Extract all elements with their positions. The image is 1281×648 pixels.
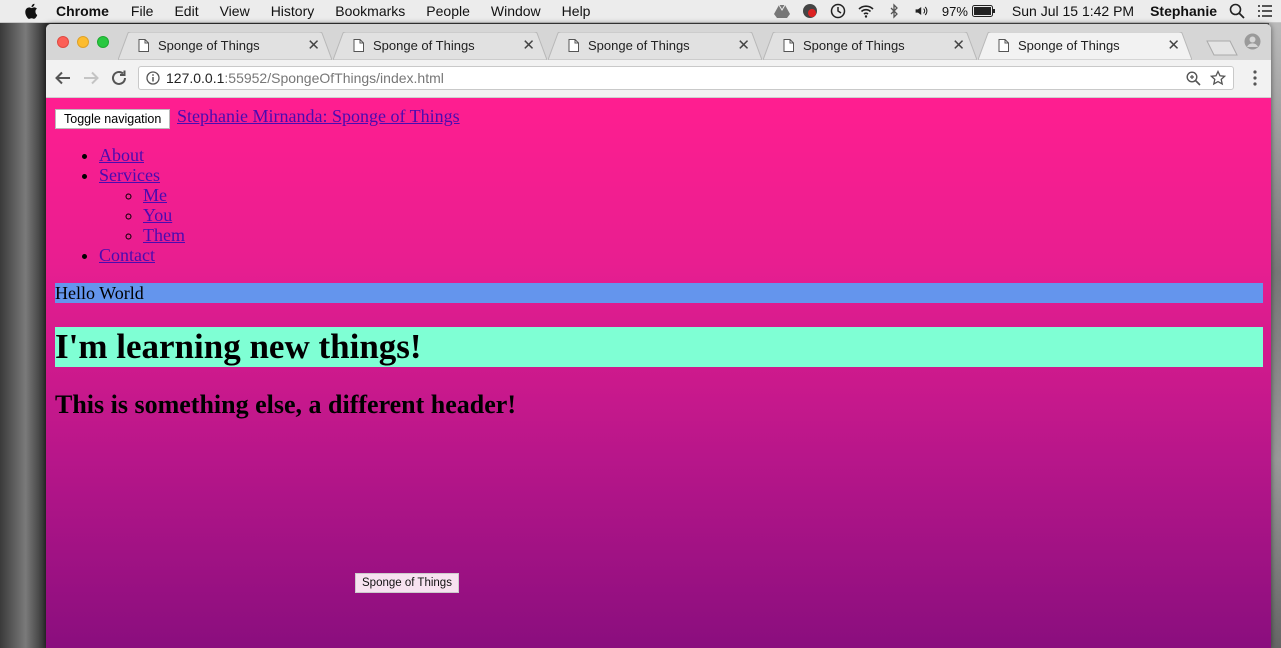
apple-icon[interactable] — [22, 3, 40, 19]
tab-close-icon[interactable]: ✕ — [952, 36, 965, 54]
clock[interactable]: Sun Jul 15 1:42 PM — [1012, 3, 1134, 19]
forward-arrow-icon[interactable] — [82, 69, 100, 87]
tab-close-icon[interactable]: ✕ — [522, 36, 535, 54]
menubar-status-area: 97% Sun Jul 15 1:42 PM Stephanie — [762, 0, 1273, 22]
window-close-button[interactable] — [57, 36, 69, 48]
bookmark-star-icon[interactable] — [1210, 70, 1226, 86]
nav-link-services[interactable]: Services — [99, 165, 160, 185]
menubar: Chrome File Edit View History Bookmarks … — [0, 0, 1281, 23]
tab-strip: Sponge of Things ✕ Sponge of Things ✕ Sp… — [46, 24, 1271, 60]
notification-center-icon[interactable] — [1257, 3, 1273, 19]
browser-window: Sponge of Things ✕ Sponge of Things ✕ Sp… — [46, 24, 1271, 648]
tab-2[interactable]: Sponge of Things ✕ — [333, 32, 547, 60]
url-text[interactable]: 127.0.0.1:55952/SpongeOfThings/index.htm… — [166, 70, 444, 86]
brand-link[interactable]: Stephanie Mirnanda: Sponge of Things — [177, 106, 460, 127]
battery-percent: 97% — [941, 3, 968, 19]
wifi-icon[interactable] — [858, 3, 874, 19]
menu-help[interactable]: Help — [562, 3, 591, 19]
tab-tooltip: Sponge of Things — [355, 573, 459, 593]
hello-world-banner: Hello World — [55, 283, 1263, 303]
tab-1[interactable]: Sponge of Things ✕ — [118, 32, 332, 60]
reload-icon[interactable] — [110, 69, 128, 87]
menu-edit[interactable]: Edit — [174, 3, 198, 19]
tab-title: Sponge of Things — [1018, 38, 1120, 53]
back-arrow-icon[interactable] — [54, 69, 72, 87]
tab-title: Sponge of Things — [158, 38, 260, 53]
menu-view[interactable]: View — [220, 3, 250, 19]
browser-toolbar: 127.0.0.1:55952/SpongeOfThings/index.htm… — [46, 60, 1271, 98]
page-icon — [138, 39, 149, 52]
submenu-link-me[interactable]: Me — [143, 185, 167, 205]
drive-icon[interactable] — [773, 3, 790, 19]
page-icon — [998, 39, 1009, 52]
submenu-link-you[interactable]: You — [143, 205, 172, 225]
tab-3[interactable]: Sponge of Things ✕ — [548, 32, 762, 60]
address-bar[interactable]: 127.0.0.1:55952/SpongeOfThings/index.htm… — [138, 66, 1234, 90]
nav-list: About Services Me You Them Contact — [99, 145, 185, 265]
page-icon — [783, 39, 794, 52]
bluetooth-icon[interactable] — [886, 3, 902, 19]
time-machine-icon[interactable] — [830, 3, 846, 19]
menu-app-name[interactable]: Chrome — [56, 3, 109, 19]
services-submenu: Me You Them — [99, 185, 185, 245]
tab-4[interactable]: Sponge of Things ✕ — [763, 32, 977, 60]
tab-close-icon[interactable]: ✕ — [737, 36, 750, 54]
window-zoom-button[interactable] — [97, 36, 109, 48]
main-heading: I'm learning new things! — [55, 327, 1263, 367]
new-tab-button[interactable] — [1206, 40, 1238, 56]
page-icon — [568, 39, 579, 52]
secondary-heading: This is something else, a different head… — [55, 390, 516, 419]
submenu-item: Me — [143, 185, 185, 205]
menubar-user[interactable]: Stephanie — [1150, 3, 1217, 19]
menu-window[interactable]: Window — [491, 3, 541, 19]
volume-icon[interactable] — [914, 3, 930, 19]
menu-file[interactable]: File — [131, 3, 154, 19]
toggle-navigation-button[interactable]: Toggle navigation — [55, 109, 171, 129]
nav-link-about[interactable]: About — [99, 145, 144, 165]
url-host: 127.0.0.1 — [166, 70, 225, 86]
info-icon[interactable] — [146, 71, 160, 85]
nav-item-contact: Contact — [99, 245, 185, 265]
tab-title: Sponge of Things — [588, 38, 690, 53]
tab-title: Sponge of Things — [373, 38, 475, 53]
tab-title: Sponge of Things — [803, 38, 905, 53]
tab-5-active[interactable]: Sponge of Things ✕ — [978, 32, 1192, 60]
nav-item-about: About — [99, 145, 185, 165]
page-icon — [353, 39, 364, 52]
tab-close-icon[interactable]: ✕ — [307, 36, 320, 54]
window-minimize-button[interactable] — [77, 36, 89, 48]
url-path: :55952/SpongeOfThings/index.html — [224, 70, 444, 86]
profile-icon[interactable] — [1244, 33, 1261, 50]
page-viewport: Toggle navigation Stephanie Mirnanda: Sp… — [46, 98, 1271, 648]
nav-item-services: Services Me You Them — [99, 165, 185, 245]
nav-link-contact[interactable]: Contact — [99, 245, 155, 265]
submenu-link-them[interactable]: Them — [143, 225, 185, 245]
zoom-icon[interactable] — [1186, 71, 1201, 86]
battery-icon[interactable] — [971, 5, 996, 17]
menu-people[interactable]: People — [426, 3, 470, 19]
record-icon[interactable] — [802, 3, 818, 19]
menu-history[interactable]: History — [271, 3, 315, 19]
submenu-item: You — [143, 205, 185, 225]
tab-close-icon[interactable]: ✕ — [1167, 36, 1180, 54]
submenu-item: Them — [143, 225, 185, 245]
spotlight-search-icon[interactable] — [1229, 3, 1245, 19]
menu-kebab-icon[interactable] — [1253, 70, 1257, 86]
menu-bookmarks[interactable]: Bookmarks — [335, 3, 405, 19]
